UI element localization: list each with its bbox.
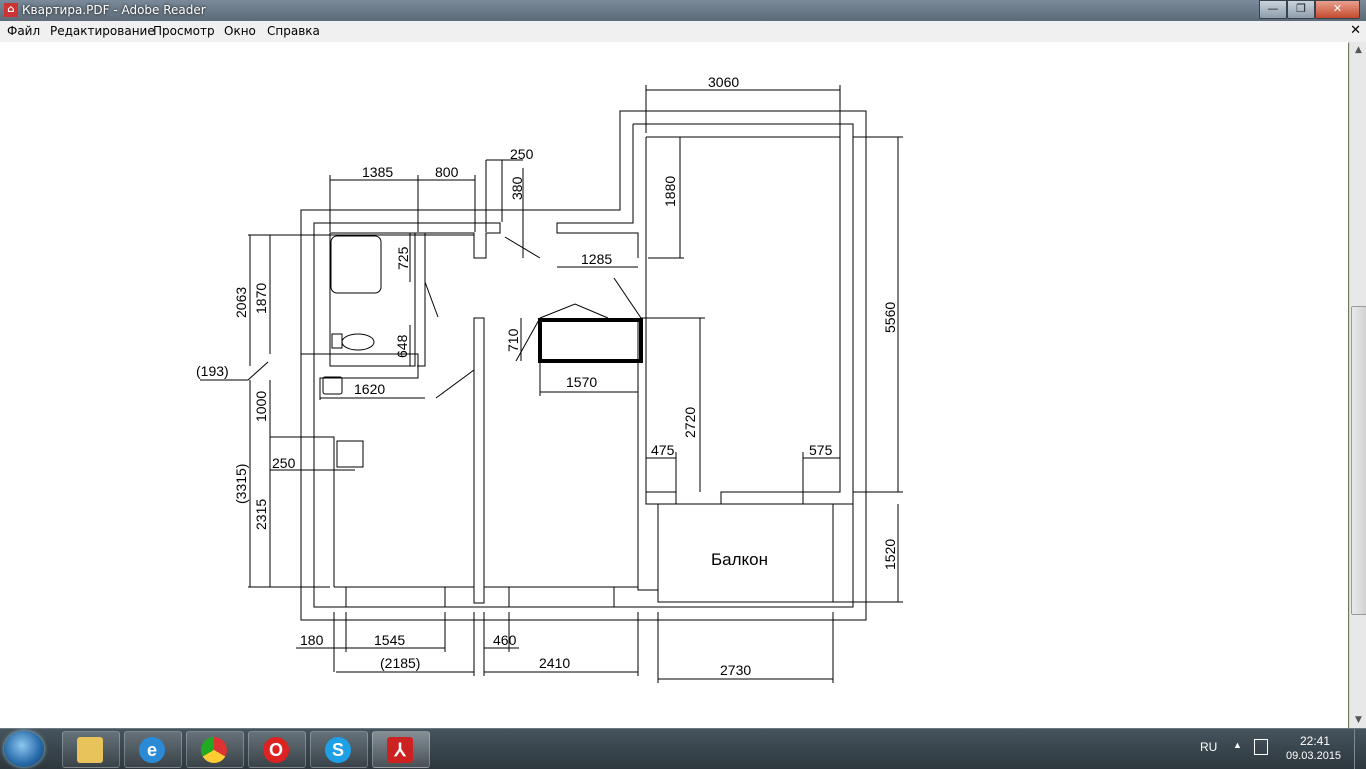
dim-3315: (3315) (233, 464, 249, 504)
dim-710: 710 (505, 328, 521, 352)
dim-1520: 1520 (882, 539, 898, 570)
dim-2315: 2315 (253, 499, 269, 530)
menu-window[interactable]: Окно (224, 24, 256, 38)
menu-help[interactable]: Справка (267, 24, 320, 38)
dim-2720: 2720 (682, 407, 698, 438)
title-bar: ⌂ Квартира.PDF - Adobe Reader — ❐ ✕ (0, 0, 1366, 21)
dim-5560: 5560 (882, 302, 898, 333)
menu-edit[interactable]: Редактирование (50, 24, 155, 38)
clock-time[interactable]: 22:41 (1300, 734, 1330, 748)
show-desktop-button[interactable] (1354, 729, 1365, 769)
taskbar-ie[interactable]: e (124, 731, 182, 768)
menu-file[interactable]: Файл (7, 24, 40, 38)
dim-648: 648 (394, 334, 410, 358)
dim-475: 475 (651, 442, 675, 458)
adobe-reader-icon: ⅄ (387, 737, 413, 763)
bathtub-icon (330, 235, 382, 294)
maximize-button[interactable]: ❐ (1287, 0, 1315, 19)
taskbar-explorer[interactable] (62, 731, 120, 768)
document-viewer[interactable]: 3060 250 1385 800 380 1880 725 1285 2063… (0, 42, 1348, 728)
cabinet-icon (538, 318, 643, 363)
dim-1385: 1385 (362, 164, 393, 180)
window-controls: — ❐ ✕ (1259, 0, 1360, 19)
dim-1000: 1000 (253, 391, 269, 422)
action-center-icon[interactable] (1254, 739, 1268, 755)
explorer-icon (77, 737, 103, 763)
menu-view[interactable]: Просмотр (153, 24, 215, 38)
taskbar-adobe-reader[interactable]: ⅄ (372, 731, 430, 768)
vertical-scrollbar[interactable]: ▲ ▼ (1349, 42, 1366, 728)
minimize-button[interactable]: — (1259, 0, 1287, 19)
dim-380: 380 (509, 176, 525, 200)
dim-2730: 2730 (720, 662, 751, 678)
chrome-icon (201, 737, 227, 763)
taskbar-skype[interactable]: S (310, 731, 368, 768)
balcony-label: Балкон (711, 550, 768, 569)
scroll-down-icon[interactable]: ▼ (1350, 712, 1366, 728)
scroll-up-icon[interactable]: ▲ (1350, 42, 1366, 58)
taskbar: e O S ⅄ RU ▲ 22:41 09.03.2015 (0, 728, 1366, 769)
dim-1570: 1570 (566, 374, 597, 390)
dim-2185: (2185) (380, 655, 420, 671)
dim-2410: 2410 (539, 655, 570, 671)
window-title: Квартира.PDF - Adobe Reader (22, 3, 206, 17)
start-button[interactable] (4, 731, 44, 767)
toilet-icon (341, 333, 375, 351)
dim-250-left: 250 (272, 455, 296, 471)
scroll-thumb[interactable] (1351, 306, 1366, 615)
dimension-lines (200, 85, 903, 683)
menu-bar: Файл Редактирование Просмотр Окно Справк… (0, 21, 1366, 43)
dim-1545: 1545 (374, 632, 405, 648)
dim-180: 180 (300, 632, 324, 648)
taskbar-opera[interactable]: O (248, 731, 306, 768)
dim-2063: 2063 (233, 287, 249, 318)
ie-icon: e (139, 737, 165, 763)
dim-193: (193) (196, 363, 229, 379)
dim-250-top: 250 (510, 146, 534, 162)
sink-icon (322, 376, 343, 395)
dim-1870: 1870 (253, 283, 269, 314)
dim-460: 460 (493, 632, 517, 648)
dim-575: 575 (809, 442, 833, 458)
dim-1285: 1285 (581, 251, 612, 267)
walls (300, 110, 867, 621)
taskbar-chrome[interactable] (186, 731, 244, 768)
language-indicator[interactable]: RU (1200, 740, 1217, 754)
dim-1620: 1620 (354, 381, 385, 397)
show-hidden-icons-icon[interactable]: ▲ (1233, 740, 1242, 750)
stove-icon (336, 440, 364, 468)
dim-3060: 3060 (708, 74, 739, 90)
close-document-button[interactable]: ✕ (1350, 23, 1361, 38)
opera-icon: O (263, 737, 289, 763)
toilet-tank-icon (331, 333, 343, 349)
floor-plan-drawing: 3060 250 1385 800 380 1880 725 1285 2063… (196, 74, 903, 683)
dim-1880: 1880 (662, 176, 678, 207)
skype-icon: S (325, 737, 351, 763)
dim-800: 800 (435, 164, 459, 180)
pdf-icon[interactable]: ⌂ (4, 3, 18, 17)
fixtures (322, 235, 643, 468)
dim-725: 725 (395, 246, 411, 270)
clock-date[interactable]: 09.03.2015 (1286, 750, 1341, 762)
close-button[interactable]: ✕ (1315, 0, 1360, 19)
